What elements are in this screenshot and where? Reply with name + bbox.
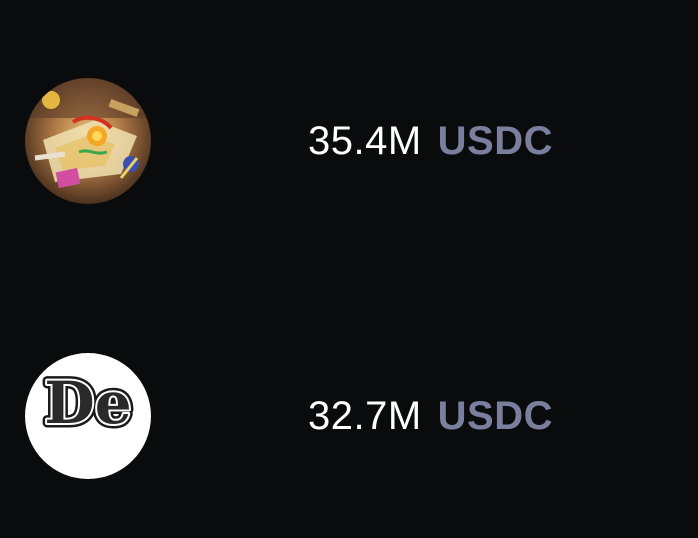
amount: 35.4M USDC bbox=[308, 117, 553, 165]
amount: 32.7M USDC bbox=[308, 392, 553, 440]
de-logo-text-core: De bbox=[44, 369, 131, 437]
list-item[interactable]: De De De 32.7M USDC bbox=[0, 347, 698, 487]
holder-list: 35.4M USDC De De De 32.7M USDC bbox=[0, 0, 698, 538]
currency-label: USDC bbox=[437, 394, 554, 438]
amount-value: 32.7M bbox=[308, 394, 422, 438]
currency-label: USDC bbox=[437, 119, 554, 163]
avatar[interactable]: De De De bbox=[25, 353, 151, 479]
de-logo-avatar-icon: De De De bbox=[25, 353, 151, 479]
avatar[interactable] bbox=[25, 78, 151, 204]
painted-desk-avatar-icon bbox=[25, 78, 151, 204]
list-item[interactable]: 35.4M USDC bbox=[0, 72, 698, 212]
amount-value: 35.4M bbox=[308, 119, 422, 163]
